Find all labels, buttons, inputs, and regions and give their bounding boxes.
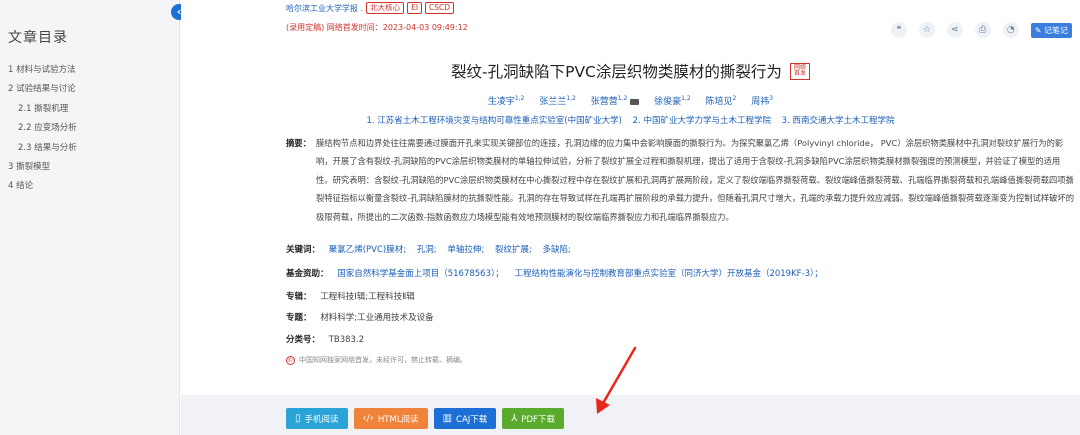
red-arrow-annotation	[596, 346, 637, 414]
